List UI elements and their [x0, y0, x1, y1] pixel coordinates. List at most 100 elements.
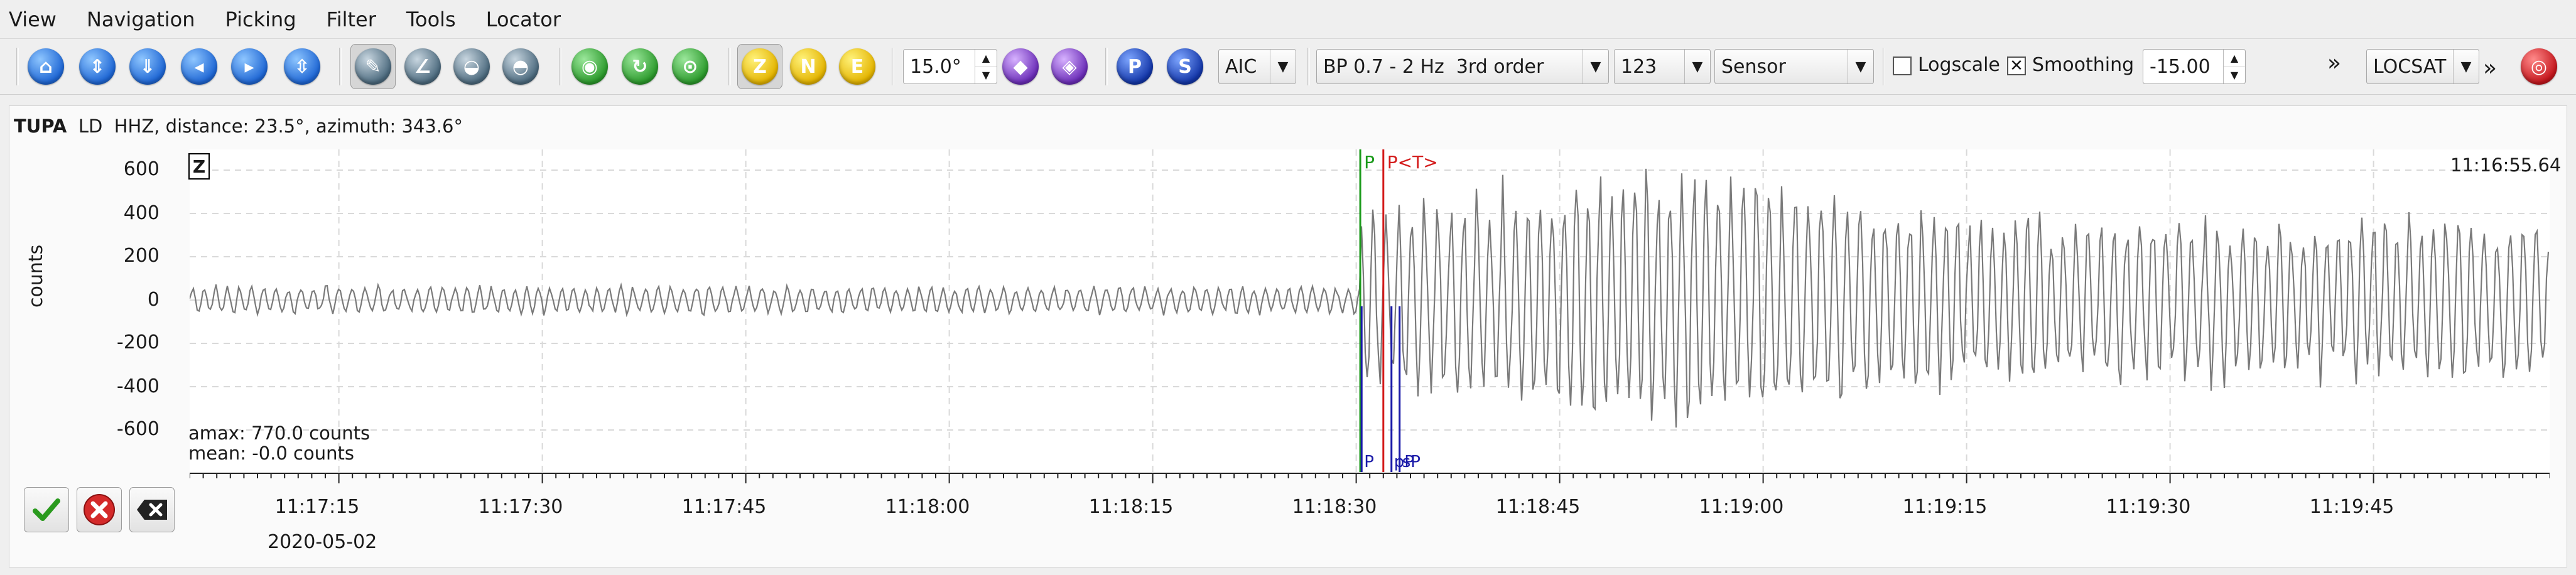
accept-button[interactable] — [24, 487, 69, 532]
component-z-button[interactable]: Z — [742, 48, 778, 85]
x-tick-label: 11:17:15 — [274, 496, 360, 518]
toolbar: ⌂ ⇕ ⇓ ◂ ▸ ⇳ ✎ ∠ ◒ ◓ ◉ ↻ ⊙ Z N E 15.0° ▲ ▼… — [0, 39, 2576, 95]
x-tick-label: 11:19:45 — [2309, 496, 2395, 518]
pick-marker-label: P<T> — [1387, 152, 1438, 173]
reset-align-icon[interactable]: ⊙ — [672, 48, 708, 85]
menu-navigation[interactable]: Navigation — [87, 8, 195, 31]
chevron-down-icon[interactable]: ▼ — [1270, 50, 1296, 83]
chevron-down-icon[interactable]: ▼ — [1848, 50, 1873, 83]
delete-icon — [137, 500, 167, 520]
locator-select[interactable]: LOCSAT ▼ — [2366, 49, 2479, 84]
scroll-down-icon[interactable]: ⇓ — [129, 48, 166, 85]
picker-select[interactable]: AIC ▼ — [1218, 49, 1296, 84]
menubar: View Navigation Picking Filter Tools Loc… — [0, 0, 2576, 39]
unit-select[interactable]: Sensor ▼ — [1714, 49, 1874, 84]
rotation-angle-spinbox[interactable]: 15.0° ▲ ▼ — [903, 49, 997, 84]
smoothing-offset-value: -15.00 — [2150, 55, 2211, 78]
network-code: LD — [78, 116, 103, 137]
toolbar-overflow-icon[interactable]: » — [2327, 50, 2341, 76]
x-tick-label: 11:18:45 — [1495, 496, 1581, 518]
component-n-button[interactable]: N — [790, 48, 826, 85]
trace-date: 2020-05-02 — [268, 531, 377, 553]
chevron-down-icon[interactable]: ▼ — [1583, 50, 1608, 83]
toolbar-separator — [1883, 48, 1885, 85]
y-tick-label: 600 — [123, 158, 160, 180]
smoothing-checkbox[interactable]: ✕ — [2007, 56, 2026, 75]
component-e-button[interactable]: E — [839, 48, 875, 85]
toolbar-separator — [892, 48, 894, 85]
channels-value: 123 — [1621, 55, 1657, 78]
toolbar-overflow-icon[interactable]: » — [2483, 55, 2497, 81]
x-tick-label: 11:19:00 — [1699, 496, 1784, 518]
relocate-target-icon[interactable]: ◎ — [2521, 48, 2557, 85]
x-tick-label: 11:18:30 — [1292, 496, 1377, 518]
reject-button[interactable] — [77, 487, 122, 532]
amplitude-stats: amax: 770.0 counts mean: -0.0 counts — [188, 423, 370, 463]
spin-down-icon[interactable]: ▼ — [975, 67, 997, 84]
amplitude-icon[interactable]: ◓ — [502, 48, 539, 85]
locator-value: LOCSAT — [2373, 55, 2447, 78]
x-axis — [190, 473, 2550, 483]
rotate-icon[interactable]: ◆ — [1002, 48, 1039, 85]
waveform-trace — [190, 168, 2550, 428]
chevron-down-icon[interactable]: ▼ — [2453, 50, 2479, 83]
x-tick-label: 11:18:00 — [885, 496, 970, 518]
menu-tools[interactable]: Tools — [406, 8, 456, 31]
scroll-up-icon[interactable]: ⇕ — [79, 48, 116, 85]
x-tick-label: 11:19:15 — [1902, 496, 1988, 518]
spectrum-icon[interactable]: ◒ — [453, 48, 490, 85]
spin-up-icon[interactable]: ▲ — [975, 50, 997, 67]
set-s-pick-button[interactable]: S — [1167, 48, 1203, 85]
station-code: TUPA — [14, 116, 67, 137]
trace-header: TUPA LD HHZ, distance: 23.5°, azimuth: 3… — [14, 116, 463, 137]
seismogram-plot[interactable]: P P<T> PpP sP — [190, 149, 2550, 472]
rotate-reset-icon[interactable]: ◈ — [1051, 48, 1088, 85]
next-icon[interactable]: ▸ — [231, 48, 268, 85]
channel-info: HHZ, distance: 23.5°, azimuth: 343.6° — [114, 116, 463, 137]
menu-picking[interactable]: Picking — [225, 8, 296, 31]
unit-value: Sensor — [1721, 55, 1786, 78]
expand-icon[interactable]: ⇳ — [284, 48, 320, 85]
start-time-label: 11:16:55.64 — [2450, 154, 2562, 176]
toolbar-separator — [16, 48, 19, 85]
menu-filter[interactable]: Filter — [327, 8, 376, 31]
y-axis-label: counts — [25, 244, 47, 308]
spin-arrows[interactable]: ▲ ▼ — [975, 50, 997, 83]
x-tick-label: 11:17:30 — [478, 496, 563, 518]
component-indicator: Z — [188, 153, 210, 180]
delete-button[interactable] — [129, 487, 175, 532]
logscale-checkbox[interactable] — [1893, 56, 1912, 75]
align-s-icon[interactable]: ↻ — [622, 48, 658, 85]
previous-icon[interactable]: ◂ — [181, 48, 217, 85]
pick-marker-label: P — [1364, 152, 1375, 173]
toolbar-separator — [1307, 48, 1310, 85]
picker-value: AIC — [1225, 55, 1257, 78]
channels-select[interactable]: 123 ▼ — [1614, 49, 1711, 84]
smoothing-offset-spinbox[interactable]: -15.00 ▲ ▼ — [2143, 49, 2246, 84]
spin-arrows[interactable]: ▲ ▼ — [2223, 50, 2245, 83]
align-p-icon[interactable]: ◉ — [571, 48, 608, 85]
rotation-angle-value: 15.0° — [910, 55, 961, 78]
logscale-label: Logscale — [1918, 54, 2000, 76]
toolbar-separator — [728, 48, 731, 85]
x-tick-label: 11:19:30 — [2106, 496, 2191, 518]
set-p-pick-button[interactable]: P — [1117, 48, 1153, 85]
spin-down-icon[interactable]: ▼ — [2224, 67, 2245, 84]
menu-locator[interactable]: Locator — [486, 8, 561, 31]
toolbar-separator — [1105, 48, 1108, 85]
y-tick-label: -600 — [116, 418, 160, 440]
y-tick-label: 200 — [123, 245, 160, 267]
toolbar-separator — [559, 48, 561, 85]
filter-select[interactable]: BP 0.7 - 2 Hz 3rd order ▼ — [1316, 49, 1609, 84]
filter-value: BP 0.7 - 2 Hz 3rd order — [1323, 55, 1544, 78]
toolbar-separator — [339, 48, 342, 85]
menu-view[interactable]: View — [9, 8, 57, 31]
pick-mode-icon[interactable]: ✎ — [355, 48, 391, 85]
mean-label: mean: -0.0 counts — [188, 443, 354, 464]
home-icon[interactable]: ⌂ — [28, 48, 64, 85]
reject-icon — [84, 494, 115, 525]
chevron-down-icon[interactable]: ▼ — [1684, 50, 1710, 83]
y-tick-label: -400 — [116, 375, 160, 397]
measure-icon[interactable]: ∠ — [404, 48, 441, 85]
spin-up-icon[interactable]: ▲ — [2224, 50, 2245, 67]
